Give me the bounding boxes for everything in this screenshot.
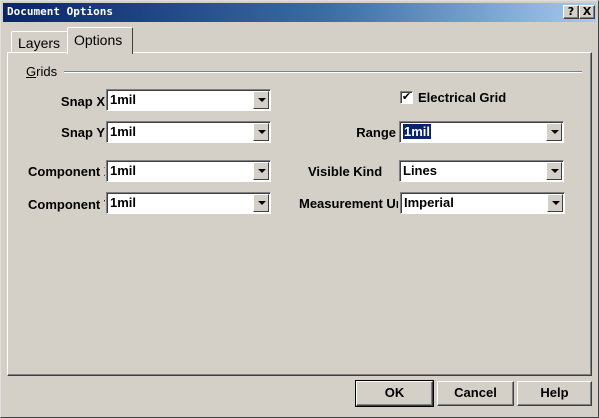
tab-layers[interactable]: Layers	[11, 31, 68, 53]
range-label: Range	[356, 125, 396, 140]
component-x-value: 1mil	[110, 163, 137, 178]
visible-kind-label: Visible Kind	[308, 164, 383, 179]
electrical-grid-checkbox[interactable]: ✔	[400, 91, 413, 104]
component-y-label: Component Y	[28, 197, 105, 212]
snap-x-value: 1mil	[110, 92, 137, 107]
electrical-grid-label[interactable]: Electrical Grid	[418, 90, 506, 105]
chevron-down-icon[interactable]	[253, 123, 269, 141]
chevron-down-icon[interactable]	[546, 162, 562, 180]
component-x-combo[interactable]: 1mil	[106, 160, 271, 182]
snap-y-value: 1mil	[110, 124, 137, 139]
snap-y-combo[interactable]: 1mil	[106, 121, 271, 143]
range-combo[interactable]: 1mil	[399, 121, 564, 143]
component-y-combo[interactable]: 1mil	[106, 192, 271, 214]
grids-group-divider	[64, 71, 582, 73]
measurement-unit-value: Imperial	[404, 195, 454, 210]
cancel-button[interactable]: Cancel	[437, 381, 514, 406]
visible-kind-combo[interactable]: Lines	[399, 160, 564, 182]
visible-kind-value: Lines	[403, 163, 437, 178]
tab-options[interactable]: Options	[67, 27, 133, 54]
snap-x-combo[interactable]: 1mil	[106, 89, 271, 111]
options-tab-panel: Grids Snap X 1mil Snap Y 1mil Component …	[7, 52, 592, 376]
grids-group-label: Grids	[26, 64, 57, 79]
component-x-label: Component X	[28, 164, 105, 179]
component-y-value: 1mil	[110, 195, 137, 210]
range-value: 1mil	[403, 124, 432, 139]
close-icon[interactable]: X	[579, 5, 595, 19]
grids-accelerator: G	[26, 64, 37, 79]
chevron-down-icon[interactable]	[253, 194, 269, 212]
snap-x-label: Snap X	[60, 94, 105, 109]
chevron-down-icon[interactable]	[546, 123, 562, 141]
chevron-down-icon[interactable]	[253, 162, 269, 180]
window-title: Document Options	[7, 5, 113, 18]
title-bar[interactable]: Document Options ? X	[3, 3, 596, 22]
ok-button[interactable]: OK	[355, 380, 434, 407]
measurement-unit-label: Measurement Unit	[299, 196, 398, 211]
grids-label-rest: rids	[36, 64, 58, 79]
help-icon[interactable]: ?	[563, 5, 579, 19]
document-options-dialog: Document Options ? X Layers Options Grid…	[0, 0, 599, 418]
snap-y-label: Snap Y	[61, 125, 105, 140]
measurement-unit-combo[interactable]: Imperial	[400, 192, 565, 214]
chevron-down-icon[interactable]	[547, 194, 563, 212]
help-button[interactable]: Help	[517, 381, 592, 406]
chevron-down-icon[interactable]	[253, 91, 269, 109]
